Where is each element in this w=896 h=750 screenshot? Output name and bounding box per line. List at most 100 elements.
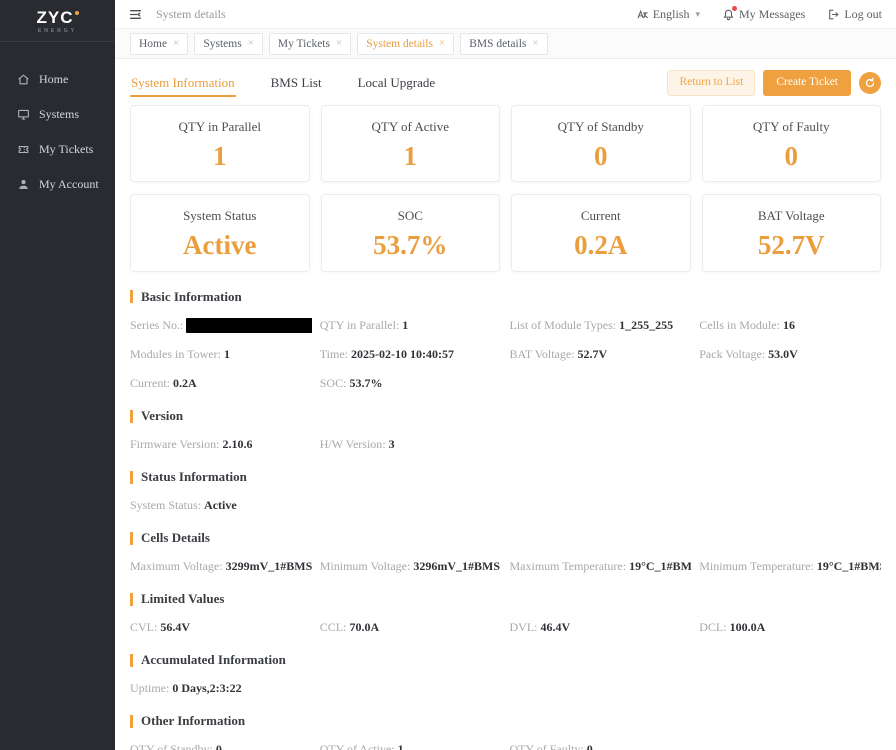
stat-card-qty-in-parallel: QTY in Parallel1 <box>130 105 310 182</box>
close-icon[interactable]: × <box>439 38 445 49</box>
breadcrumb-tag-home[interactable]: Home× <box>130 33 188 55</box>
sidebar-item-systems[interactable]: Systems <box>0 97 115 132</box>
translate-icon <box>636 8 649 21</box>
close-icon[interactable]: × <box>248 38 254 49</box>
section-title-text: Limited Values <box>141 591 224 607</box>
section-header: Basic Information <box>130 289 881 305</box>
detail-item-qty-in-parallel: QTY in Parallel1 <box>320 318 502 334</box>
close-icon[interactable]: × <box>532 38 538 49</box>
section-items: Maximum Voltage3299mV_1#BMSMinimum Volta… <box>130 559 881 574</box>
section-marker <box>130 290 133 303</box>
detail-item-value: 100.0A <box>730 620 766 634</box>
stat-card-value: 0.2A <box>516 231 686 259</box>
tabs-row: System InformationBMS ListLocal Upgrade … <box>130 65 881 101</box>
chevron-down-icon: ▾ <box>695 9 700 20</box>
detail-item-label: Pack Voltage <box>699 347 768 361</box>
detail-item-dvl: DVL46.4V <box>510 620 692 635</box>
refresh-icon <box>864 77 876 89</box>
breadcrumb-tag-my-tickets[interactable]: My Tickets× <box>269 33 351 55</box>
breadcrumb-tag-system-details[interactable]: System details× <box>357 33 454 55</box>
sidebar-item-label: Systems <box>39 107 79 122</box>
detail-item-label: QTY of Faulty <box>510 742 587 750</box>
detail-item-label: Maximum Voltage <box>130 559 226 573</box>
sidebar-nav: Home Systems My Tickets My Account <box>0 42 115 202</box>
sidebar-item-my-account[interactable]: My Account <box>0 167 115 202</box>
detail-item-label: Time <box>320 347 351 361</box>
sidebar-collapse-icon[interactable] <box>128 8 143 21</box>
section-header: Status Information <box>130 469 881 485</box>
section-other-information: Other InformationQTY of Standby0QTY of A… <box>130 713 881 750</box>
close-icon[interactable]: × <box>173 38 179 49</box>
detail-item-value: 53.0V <box>768 347 798 361</box>
section-marker <box>130 532 133 545</box>
detail-item-label: Cells in Module <box>699 318 783 332</box>
detail-item-label: DCL <box>699 620 729 634</box>
detail-item-value: Active <box>204 498 237 512</box>
logout[interactable]: Log out <box>827 7 882 22</box>
stat-card-label: QTY of Standby <box>516 119 686 135</box>
breadcrumb-tag-label: Systems <box>203 38 241 50</box>
detail-item-bat-voltage: BAT Voltage52.7V <box>510 347 692 362</box>
sidebar-item-label: My Account <box>39 177 99 192</box>
create-ticket-button[interactable]: Create Ticket <box>763 70 851 96</box>
detail-item-minimum-voltage: Minimum Voltage3296mV_1#BMS <box>320 559 502 574</box>
stat-card-value: 0 <box>516 142 686 170</box>
section-header: Other Information <box>130 713 881 729</box>
detail-item-value: 46.4V <box>541 620 571 634</box>
section-marker <box>130 410 133 423</box>
tab-bms-list[interactable]: BMS List <box>270 65 323 101</box>
tab-system-information[interactable]: System Information <box>130 65 236 101</box>
detail-item-value: 52.7V <box>578 347 608 361</box>
detail-item-value: 19°C_1#BMS <box>629 559 691 573</box>
breadcrumb-tag-systems[interactable]: Systems × <box>194 33 263 55</box>
breadcrumb-tag-label: BMS details <box>469 38 526 50</box>
language-switcher[interactable]: English ▾ <box>636 7 700 22</box>
section-marker <box>130 654 133 667</box>
section-items: Uptime0 Days,2:3:22 <box>130 681 881 696</box>
detail-item-label: Uptime <box>130 681 172 695</box>
detail-item-qty-of-faulty: QTY of Faulty0 <box>510 742 692 750</box>
tab-local-upgrade[interactable]: Local Upgrade <box>357 65 437 101</box>
breadcrumb-tag-bms-details[interactable]: BMS details × <box>460 33 547 55</box>
sidebar-item-my-tickets[interactable]: My Tickets <box>0 132 115 167</box>
detail-item-minimum-temperature: Minimum Temperature19°C_1#BMS <box>699 559 881 574</box>
logout-label: Log out <box>844 7 882 22</box>
detail-item-label: Minimum Temperature <box>699 559 817 573</box>
my-messages[interactable]: My Messages <box>722 7 805 22</box>
detail-item-value: 53.7% <box>349 376 382 390</box>
close-icon[interactable]: × <box>336 38 342 49</box>
tickets-icon <box>17 143 30 156</box>
return-to-list-button[interactable]: Return to List <box>667 70 755 96</box>
stat-card-label: QTY in Parallel <box>135 119 305 135</box>
logo: ZYC ENERGY <box>0 0 115 42</box>
detail-item-value: 1_255_255 <box>619 318 673 332</box>
detail-item-value: 0.2A <box>173 376 197 390</box>
messages-label: My Messages <box>739 7 805 22</box>
detail-item-current: Current0.2A <box>130 376 312 391</box>
section-items: System StatusActive <box>130 498 881 513</box>
section-title-text: Basic Information <box>141 289 242 305</box>
detail-item-value: 0 <box>216 742 222 750</box>
page-title: System details <box>156 7 226 22</box>
section-marker <box>130 715 133 728</box>
stat-card-value: 52.7V <box>707 231 877 259</box>
detail-item-label: SOC <box>320 376 350 390</box>
detail-item-ccl: CCL70.0A <box>320 620 502 635</box>
detail-item-label: DVL <box>510 620 541 634</box>
refresh-button[interactable] <box>859 72 881 94</box>
redacted-value <box>186 318 311 333</box>
detail-item-system-status: System StatusActive <box>130 498 312 513</box>
detail-item-uptime: Uptime0 Days,2:3:22 <box>130 681 312 696</box>
detail-item-label: CCL <box>320 620 350 634</box>
detail-item-qty-of-standby: QTY of Standby0 <box>130 742 312 750</box>
detail-item-time: Time2025-02-10 10:40:57 <box>320 347 502 362</box>
stat-card-qty-of-active: QTY of Active1 <box>321 105 501 182</box>
sidebar: ZYC ENERGY Home Systems My Tickets My Accou… <box>0 0 115 750</box>
detail-item-value: 2025-02-10 10:40:57 <box>351 347 454 361</box>
stat-card-bat-voltage: BAT Voltage52.7V <box>702 194 882 271</box>
section-marker <box>130 471 133 484</box>
detail-item-label: System Status <box>130 498 204 512</box>
stat-card-soc: SOC53.7% <box>321 194 501 271</box>
section-cells-details: Cells DetailsMaximum Voltage3299mV_1#BMS… <box>130 530 881 574</box>
sidebar-item-home[interactable]: Home <box>0 62 115 97</box>
